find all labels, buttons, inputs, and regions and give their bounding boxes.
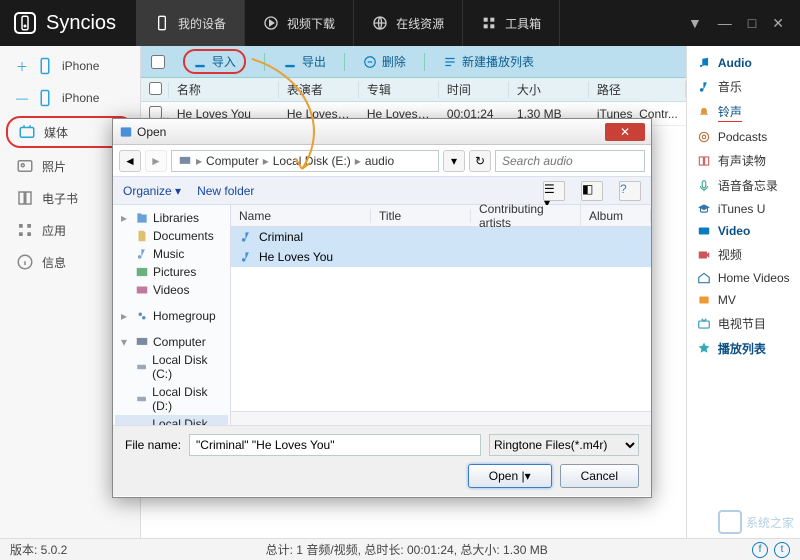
tab-video-download[interactable]: 视频下载 — [245, 0, 354, 46]
dialog-icon — [119, 125, 133, 139]
tab-my-device[interactable]: 我的设备 — [136, 0, 245, 46]
new-playlist-button[interactable]: 新建播放列表 — [443, 53, 534, 70]
rb-tvshows[interactable]: 电视节目 — [687, 311, 800, 336]
rb-podcasts[interactable]: Podcasts — [687, 126, 800, 148]
help-button[interactable]: ? — [619, 181, 641, 201]
file-row[interactable]: Criminal — [231, 227, 651, 247]
delete-button[interactable]: 删除 — [363, 53, 406, 70]
scrollbar-horizontal[interactable] — [231, 411, 651, 425]
twitter-icon[interactable]: t — [774, 542, 790, 558]
minimize-icon[interactable]: — — [718, 15, 732, 32]
dialog-footer: File name: Ringtone Files(*.m4r) Open |▾… — [113, 425, 651, 496]
cancel-button[interactable]: Cancel — [560, 464, 639, 488]
header-checkbox[interactable] — [149, 82, 162, 95]
col-album[interactable]: 专辑 — [359, 81, 439, 98]
fcol-album[interactable]: Album — [581, 209, 651, 223]
computer-icon — [178, 154, 192, 168]
filetype-select[interactable]: Ringtone Files(*.m4r) — [489, 434, 639, 456]
tree-libraries[interactable]: ▸Libraries — [115, 209, 228, 227]
sidebar-item-iphone-1[interactable]: ＋ iPhone — [0, 50, 140, 82]
table-header: 名称 表演者 专辑 时间 大小 路径 — [141, 78, 686, 102]
version-label: 版本: 5.0.2 — [10, 541, 67, 558]
col-time[interactable]: 时间 — [439, 81, 509, 98]
rb-itunesu[interactable]: iTunes U — [687, 198, 800, 220]
tree-music[interactable]: Music — [115, 245, 228, 263]
tree-computer[interactable]: ▾Computer — [115, 333, 228, 351]
maximize-icon[interactable]: □ — [748, 15, 756, 32]
breadcrumb-dropdown[interactable]: ▾ — [443, 150, 465, 172]
dialog-file-list: Name Title Contributing artists Album Cr… — [231, 205, 651, 425]
col-path[interactable]: 路径 — [589, 81, 686, 98]
row-checkbox[interactable] — [149, 106, 162, 119]
close-icon[interactable]: ✕ — [772, 15, 784, 32]
rb-voicememos[interactable]: 语音备忘录 — [687, 173, 800, 198]
tab-toolbox[interactable]: 工具箱 — [463, 0, 560, 46]
app-name: Syncios — [46, 12, 116, 35]
col-artist[interactable]: 表演者 — [279, 81, 359, 98]
menu-dropdown-icon[interactable]: ▼ — [688, 15, 702, 32]
playlists-heading[interactable]: 播放列表 — [687, 336, 800, 361]
window-controls: ▼ — □ ✕ — [688, 15, 800, 32]
rb-music[interactable]: 音乐 — [687, 74, 800, 99]
tab-online-resources[interactable]: 在线资源 — [354, 0, 463, 46]
dialog-titlebar[interactable]: Open ✕ — [113, 119, 651, 145]
open-button[interactable]: Open |▾ — [468, 464, 552, 488]
new-folder-button[interactable]: New folder — [197, 184, 254, 198]
audio-heading: Audio — [687, 52, 800, 74]
file-row[interactable]: He Loves You — [231, 247, 651, 267]
fcol-title[interactable]: Title — [371, 209, 471, 223]
search-input[interactable] — [495, 150, 645, 172]
open-dialog: Open ✕ ◄ ► ▸Computer ▸Local Disk (E:) ▸a… — [112, 118, 652, 498]
dialog-nav: ◄ ► ▸Computer ▸Local Disk (E:) ▸audio ▾ … — [113, 145, 651, 177]
video-heading: Video — [687, 220, 800, 242]
tree-disk-c[interactable]: Local Disk (C:) — [115, 351, 228, 383]
export-button[interactable]: 导出 — [283, 53, 326, 70]
tree-videos[interactable]: Videos — [115, 281, 228, 299]
rb-homevideos[interactable]: Home Videos — [687, 267, 800, 289]
tree-pictures[interactable]: Pictures — [115, 263, 228, 281]
filename-input[interactable] — [189, 434, 481, 456]
app-logo: Syncios — [0, 12, 136, 35]
fcol-contrib[interactable]: Contributing artists — [471, 202, 581, 230]
dialog-close-button[interactable]: ✕ — [605, 123, 645, 141]
tree-documents[interactable]: Documents — [115, 227, 228, 245]
select-all-checkbox[interactable] — [151, 55, 165, 69]
dialog-title: Open — [137, 125, 166, 139]
tree-disk-d[interactable]: Local Disk (D:) — [115, 383, 228, 415]
refresh-button[interactable]: ↻ — [469, 150, 491, 172]
breadcrumb[interactable]: ▸Computer ▸Local Disk (E:) ▸audio — [171, 150, 439, 172]
summary-label: 总计: 1 音频/视频, 总时长: 00:01:24, 总大小: 1.30 MB — [266, 541, 548, 558]
titlebar: Syncios 我的设备 视频下载 在线资源 工具箱 ▼ — □ ✕ — [0, 0, 800, 46]
filename-label: File name: — [125, 438, 181, 452]
toolbar: 导入 导出 删除 新建播放列表 — [141, 46, 686, 78]
right-sidebar: Audio 音乐 铃声 Podcasts 有声读物 语音备忘录 iTunes U… — [686, 46, 800, 538]
organize-menu[interactable]: Organize ▾ — [123, 184, 181, 198]
col-name[interactable]: 名称 — [169, 81, 279, 98]
preview-pane-button[interactable]: ◧ — [581, 181, 603, 201]
status-bar: 版本: 5.0.2 总计: 1 音频/视频, 总时长: 00:01:24, 总大… — [0, 538, 800, 560]
logo-icon — [14, 12, 36, 34]
nav-forward-button[interactable]: ► — [145, 150, 167, 172]
tree-disk-e[interactable]: Local Disk (E:) — [115, 415, 228, 425]
top-tabs: 我的设备 视频下载 在线资源 工具箱 — [136, 0, 560, 46]
rb-video[interactable]: 视频 — [687, 242, 800, 267]
rb-ringtones[interactable]: 铃声 — [687, 99, 800, 126]
facebook-icon[interactable]: f — [752, 542, 768, 558]
fcol-name[interactable]: Name — [231, 209, 371, 223]
nav-back-button[interactable]: ◄ — [119, 150, 141, 172]
tree-homegroup[interactable]: ▸Homegroup — [115, 307, 228, 325]
import-button[interactable]: 导入 — [183, 49, 246, 74]
view-mode-button[interactable]: ☰ ▾ — [543, 181, 565, 201]
sidebar-item-iphone-2[interactable]: — iPhone — [0, 82, 140, 114]
rb-audiobooks[interactable]: 有声读物 — [687, 148, 800, 173]
rb-mv[interactable]: MV — [687, 289, 800, 311]
dialog-tree: ▸Libraries Documents Music Pictures Vide… — [113, 205, 231, 425]
col-size[interactable]: 大小 — [509, 81, 589, 98]
